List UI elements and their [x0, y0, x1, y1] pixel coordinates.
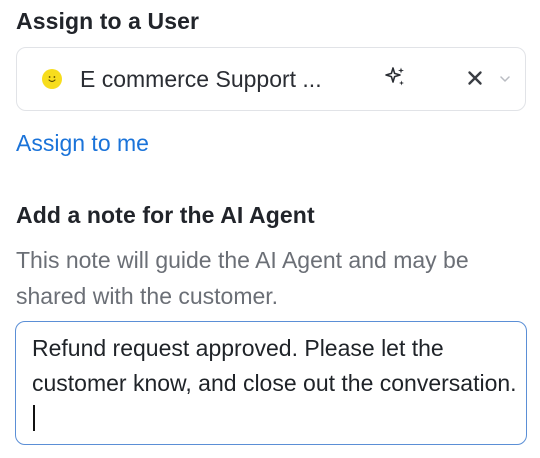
smiley-icon [42, 69, 62, 89]
assign-to-me-link[interactable]: Assign to me [16, 130, 149, 157]
assign-user-title: Assign to a User [16, 8, 200, 34]
assignee-selected-value: E commerce Support ... [80, 66, 322, 92]
ai-note-text: Refund request approved. Please let the … [32, 331, 517, 436]
sparkle-icon[interactable] [383, 65, 407, 89]
ai-note-helper-text: This note will guide the AI Agent and ma… [16, 247, 469, 309]
ai-note-value: Refund request approved. Please let the … [32, 335, 517, 396]
chevron-down-icon[interactable] [498, 72, 512, 86]
ai-note-title: Add a note for the AI Agent [16, 202, 315, 228]
text-caret [33, 405, 35, 431]
assignee-select[interactable]: E commerce Support ... [16, 47, 526, 111]
close-icon[interactable] [466, 69, 484, 87]
assign-note-panel: Assign to a User E commerce Support ... … [0, 0, 540, 458]
ai-note-textarea[interactable]: Refund request approved. Please let the … [15, 321, 527, 445]
